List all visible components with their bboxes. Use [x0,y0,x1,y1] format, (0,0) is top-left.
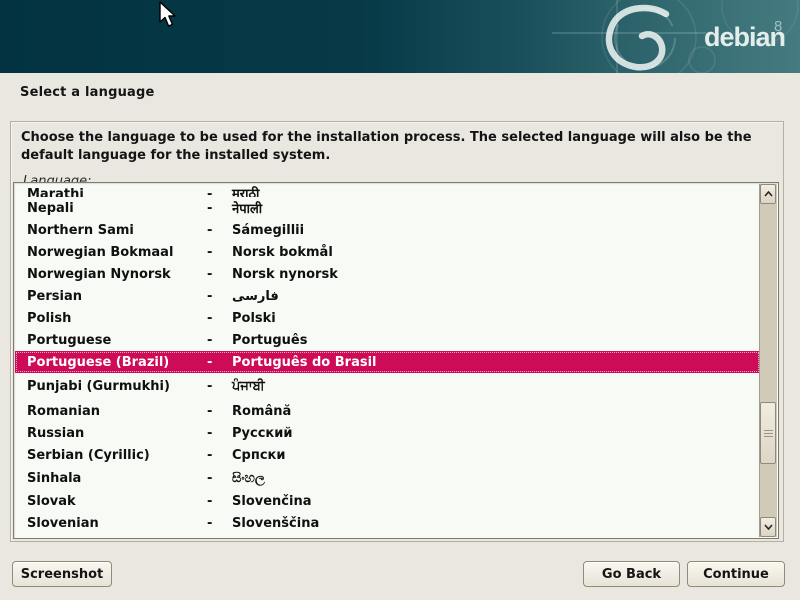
language-native-name: Norsk bokmål [232,245,760,260]
language-name: Sinhala [27,471,193,486]
language-native-name: मराठी [232,184,760,197]
language-native-name: नेपाली [232,199,760,217]
separator-dash: - [193,223,232,238]
list-item[interactable]: Serbian (Cyrillic)-Српски [15,444,760,466]
separator-dash: - [193,245,232,260]
list-item[interactable]: Marathi-मराठी [15,184,760,197]
separator-dash: - [193,494,232,509]
language-name: Slovenian [27,516,193,531]
language-name: Punjabi (Gurmukhi) [27,379,193,394]
scroll-down-button[interactable] [760,517,776,537]
separator-dash: - [193,333,232,348]
list-item[interactable]: Slovenian-Slovenščina [15,512,760,534]
header-banner: debian 8 [0,0,800,73]
scrollbar-thumb[interactable] [760,402,776,464]
list-item[interactable]: Norwegian Nynorsk-Norsk nynorsk [15,263,760,285]
scrollbar-grip-icon [764,430,773,437]
brand-logotype: debian [704,22,785,52]
list-item[interactable]: Portuguese (Brazil)-Português do Brasil [15,351,760,373]
language-native-name: Norsk nynorsk [232,267,760,282]
separator-dash: - [193,426,232,441]
separator-dash: - [193,404,232,419]
language-native-name: Português [232,333,760,348]
list-item[interactable]: Northern Sami-Sámegillii [15,219,760,241]
separator-dash: - [193,201,232,216]
language-name: Russian [27,426,193,441]
list-item[interactable]: Russian-Русский [15,422,760,444]
language-name: Serbian (Cyrillic) [27,448,193,463]
language-name: Romanian [27,404,193,419]
separator-dash: - [193,267,232,282]
separator-dash: - [193,448,232,463]
language-native-name: Slovenčina [232,494,760,509]
language-native-name: සිංහල [232,471,760,486]
list-item[interactable]: Slovak-Slovenčina [15,490,760,512]
language-name: Marathi [27,187,193,197]
language-name: Polish [27,311,193,326]
language-native-name: Português do Brasil [232,355,760,370]
separator-dash: - [193,355,232,370]
list-item[interactable]: Punjabi (Gurmukhi)-ਪੰਜਾਬੀ [15,373,760,400]
instructions-text: Choose the language to be used for the i… [21,129,771,165]
language-name: Northern Sami [27,223,193,238]
continue-button[interactable]: Continue [687,561,785,587]
list-item[interactable]: Nepali-नेपाली [15,197,760,219]
language-name: Portuguese [27,333,193,348]
chevron-up-icon [764,191,773,197]
chevron-down-icon [764,524,773,530]
list-item[interactable]: Persian-فارسی [15,285,760,307]
separator-dash: - [193,471,232,486]
separator-dash: - [193,379,232,394]
list-item[interactable]: Portuguese-Português [15,329,760,351]
page-title: Select a language [20,85,155,100]
language-native-name: Српски [232,448,760,463]
separator-dash: - [193,289,232,304]
language-name: Norwegian Nynorsk [27,267,193,282]
list-item[interactable]: Romanian-Română [15,400,760,422]
debian-installer-screen: { "banner": { "brand": "debian", "versio… [0,0,800,600]
separator-dash: - [193,187,232,197]
language-name: Portuguese (Brazil) [27,355,193,370]
language-native-name: Română [232,404,760,419]
screenshot-button[interactable]: Screenshot [12,561,112,587]
scroll-up-button[interactable] [760,184,776,204]
language-name: Persian [27,289,193,304]
brand-version: 8 [774,18,782,35]
separator-dash: - [193,516,232,531]
content-frame: Choose the language to be used for the i… [10,121,784,542]
language-native-name: فارسی [232,289,760,304]
list-item[interactable]: Norwegian Bokmaal-Norsk bokmål [15,241,760,263]
language-native-name: Polski [232,311,760,326]
language-native-name: Sámegillii [232,223,760,238]
language-name: Nepali [27,201,193,216]
list-item[interactable]: Polish-Polski [15,307,760,329]
go-back-button[interactable]: Go Back [583,561,680,587]
language-name: Norwegian Bokmaal [27,245,193,260]
list-item[interactable]: Sinhala-සිංහල [15,466,760,490]
language-listbox: Marathi-मराठीNepali-नेपालीNorthern Sami-… [13,182,779,539]
language-native-name: Русский [232,426,760,441]
language-name: Slovak [27,494,193,509]
language-native-name: Slovenščina [232,516,760,531]
separator-dash: - [193,311,232,326]
vertical-scrollbar[interactable] [759,184,777,537]
language-native-name: ਪੰਜਾਬੀ [232,379,760,394]
language-list-rows: Marathi-मराठीNepali-नेपालीNorthern Sami-… [15,184,760,537]
